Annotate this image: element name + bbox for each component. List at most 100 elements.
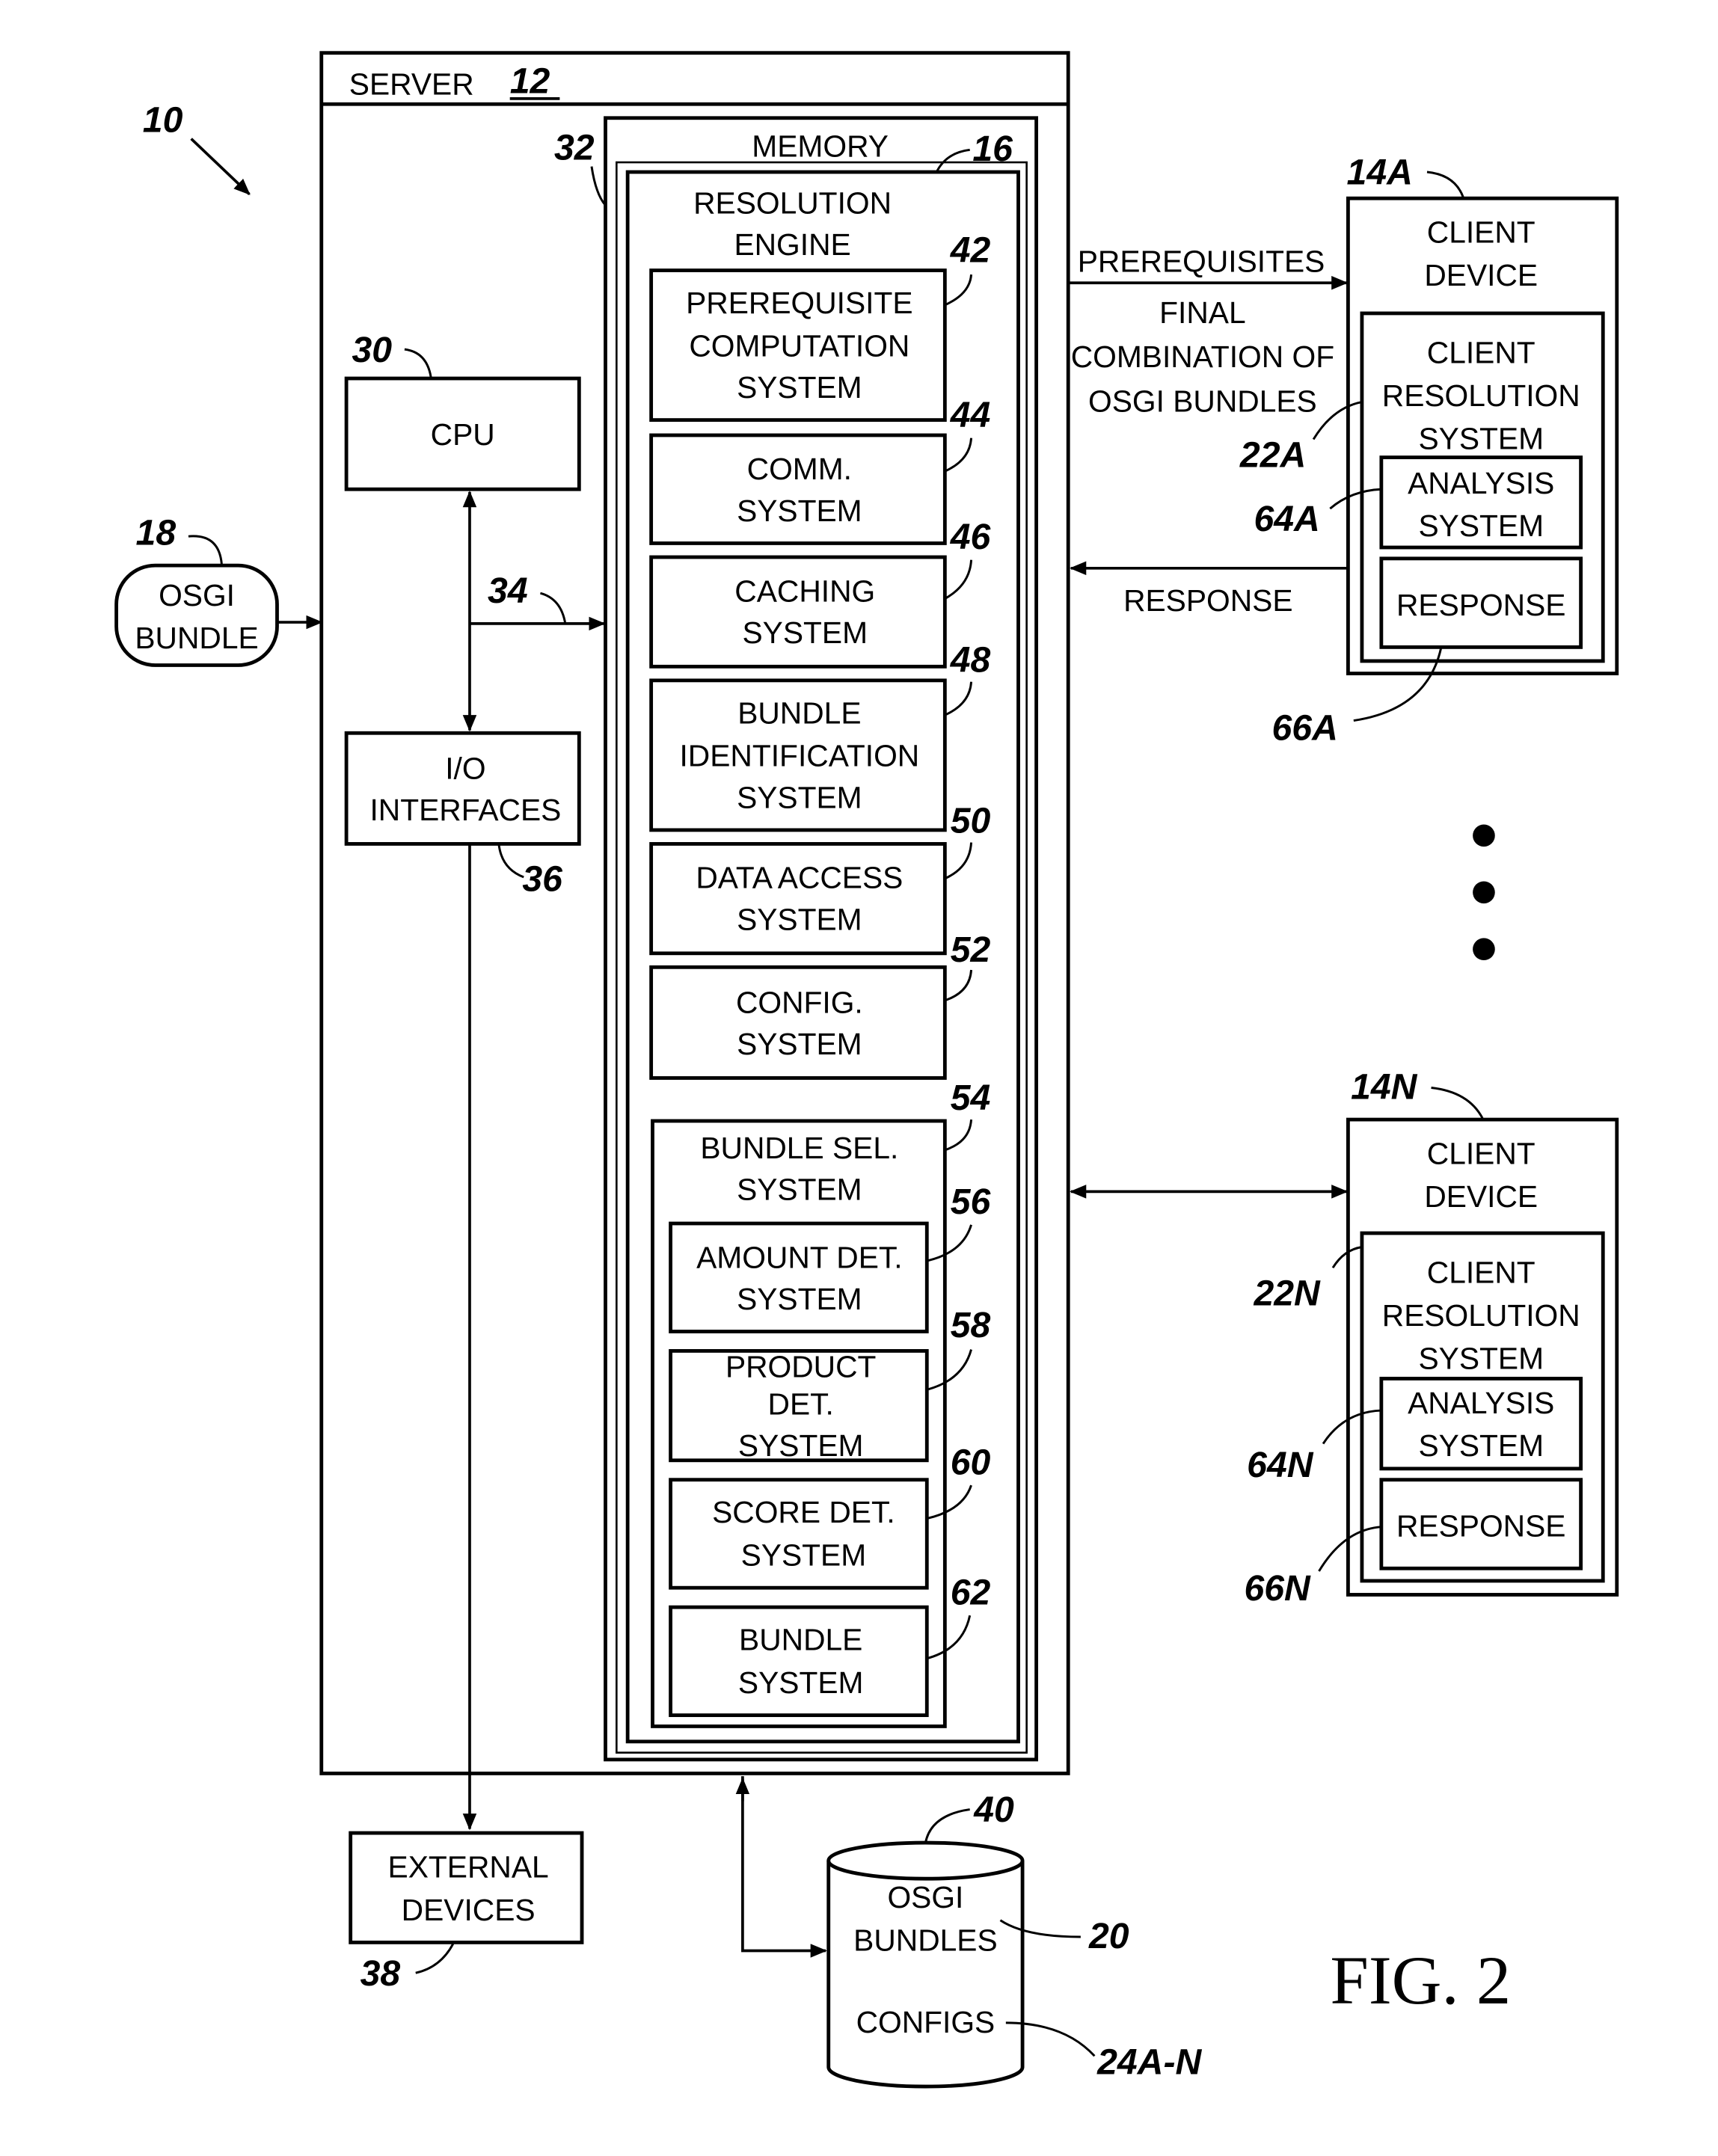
system-label: SYSTEM (737, 780, 862, 814)
subsystem-ref: 58 (951, 1305, 991, 1345)
io-box (344, 731, 581, 846)
client-resolution-leader (1312, 401, 1363, 440)
analysis-system-label: SYSTEM (1418, 509, 1544, 543)
storage-leader (924, 1808, 970, 1843)
bundles-leader (999, 1919, 1081, 1938)
external-devices: EXTERNAL DEVICES 38 (349, 1831, 584, 1994)
bundles-ref: 20 (1088, 1916, 1129, 1956)
system-ref: 44 (950, 395, 991, 435)
io-ref: 36 (522, 859, 563, 899)
engine-label-1: RESOLUTION (693, 186, 892, 221)
system-arrow (190, 138, 251, 195)
client-device-ref: 14N (1351, 1066, 1418, 1107)
engine-system-48: BUNDLE IDENTIFICATION SYSTEM 48 (649, 640, 991, 832)
system-label: SYSTEM (737, 370, 862, 405)
subsystem-58: PRODUCT DET. SYSTEM 58 (669, 1305, 991, 1463)
system-label: SYSTEM (742, 615, 868, 650)
analysis-system-ref: 64A (1254, 499, 1319, 539)
io-leader (497, 844, 524, 879)
external-devices-leader (415, 1943, 455, 1974)
system-label: SYSTEM (737, 902, 862, 936)
osgi-bundle-leader (188, 535, 223, 565)
analysis-system-ref: 64N (1247, 1445, 1314, 1485)
io-label: I/O (445, 751, 485, 785)
subsystem-label: SCORE DET. (712, 1495, 895, 1529)
bundle-sel-ref: 54 (951, 1078, 991, 1118)
final-combination-label: COMBINATION OF (1071, 340, 1334, 374)
client-device-leader (1426, 171, 1464, 197)
configs-ref: 24A-N (1096, 2042, 1202, 2082)
client-resolution-ref: 22A (1239, 435, 1306, 476)
storage-configs-label: CONFIGS (856, 2005, 995, 2039)
storage-bundles-label: OSGI (887, 1880, 963, 1914)
subsystem-62: BUNDLE SYSTEM 62 (669, 1572, 991, 1718)
client-device-label: CLIENT (1427, 215, 1536, 249)
subsystem-label: AMOUNT DET. (696, 1240, 902, 1274)
config-system-box (649, 965, 947, 1080)
system-leader (944, 437, 973, 473)
subsystem-ref: 62 (951, 1572, 991, 1612)
server-storage-link (741, 1776, 827, 1958)
storage-bundles-label: BUNDLES (853, 1923, 998, 1958)
subsystem-60: SCORE DET. SYSTEM 60 (669, 1442, 991, 1590)
system-label: COMPUTATION (689, 328, 909, 363)
client-resolution-label: SYSTEM (1418, 422, 1544, 456)
subsystem-ref: 56 (951, 1182, 992, 1222)
storage-database: OSGI BUNDLES CONFIGS 40 20 24A-N (826, 1790, 1202, 2089)
client-resolution-label: CLIENT (1427, 1256, 1536, 1290)
subsystem-label: SYSTEM (738, 1428, 864, 1463)
cpu: CPU 30 (344, 330, 581, 491)
cpu-label: CPU (431, 417, 495, 452)
subsystem-label: BUNDLE (739, 1623, 862, 1657)
client-resolution-label: CLIENT (1427, 336, 1536, 370)
client-device-leader (1431, 1086, 1484, 1119)
system-label: SYSTEM (737, 1027, 862, 1061)
cpu-leader (404, 348, 432, 378)
osgi-bundle-label: BUNDLE (135, 621, 258, 655)
system-ref: 52 (951, 930, 991, 970)
subsystem-leader (926, 1349, 972, 1391)
system-leader (944, 969, 973, 1002)
bus-leader (540, 592, 567, 624)
system-label: BUNDLE (737, 695, 861, 730)
continuation-dot (1473, 824, 1495, 847)
osgi-bundle-label: OSGI (159, 578, 235, 612)
system-leader (944, 559, 973, 600)
system-label: COMM. (747, 452, 852, 486)
system-label: CACHING (734, 574, 875, 608)
bundle-sel-label: SYSTEM (737, 1173, 862, 1207)
response-label: RESPONSE (1396, 588, 1565, 622)
cpu-ref: 30 (352, 330, 393, 370)
system-ref: 48 (950, 640, 991, 681)
cylinder-top (826, 1840, 1025, 1881)
analysis-system-label: ANALYSIS (1408, 1386, 1554, 1420)
system-label: PREREQUISITE (686, 286, 912, 320)
continuation-dot (1473, 938, 1495, 961)
subsystem-label: SYSTEM (741, 1538, 867, 1573)
engine-system-44: COMM. SYSTEM 44 (649, 395, 991, 545)
server-label: SERVER (349, 67, 474, 101)
client-resolution-label: RESOLUTION (1382, 378, 1580, 413)
configs-leader (1005, 2021, 1096, 2057)
subsystem-leader (926, 1224, 972, 1262)
io-interfaces: I/O INTERFACES 36 (344, 731, 581, 899)
client-resolution-label: SYSTEM (1418, 1342, 1544, 1376)
bus-ref: 34 (488, 571, 528, 611)
final-combination-label: OSGI BUNDLES (1088, 384, 1317, 418)
external-devices-label: DEVICES (402, 1893, 536, 1927)
client-device-ref: 14A (1347, 153, 1413, 193)
memory-leader (590, 166, 607, 206)
client-device-a: CLIENT DEVICE 14A CLIENT RESOLUTION SYST… (1239, 153, 1619, 749)
response-label: RESPONSE (1396, 1509, 1565, 1544)
subsystem-leader (926, 1484, 972, 1520)
system-label: DATA ACCESS (696, 861, 903, 895)
subsystem-label: SYSTEM (737, 1282, 862, 1316)
bundle-sel-label: BUNDLE SEL. (700, 1131, 898, 1165)
memory-ref: 32 (554, 127, 595, 168)
analysis-system-leader (1322, 1409, 1381, 1445)
response-ref: 66A (1272, 708, 1338, 749)
engine-system-46: CACHING SYSTEM 46 (649, 517, 992, 669)
subsystem-ref: 60 (951, 1442, 991, 1482)
analysis-system-leader (1329, 488, 1381, 510)
bundle-sel-leader (944, 1119, 973, 1152)
